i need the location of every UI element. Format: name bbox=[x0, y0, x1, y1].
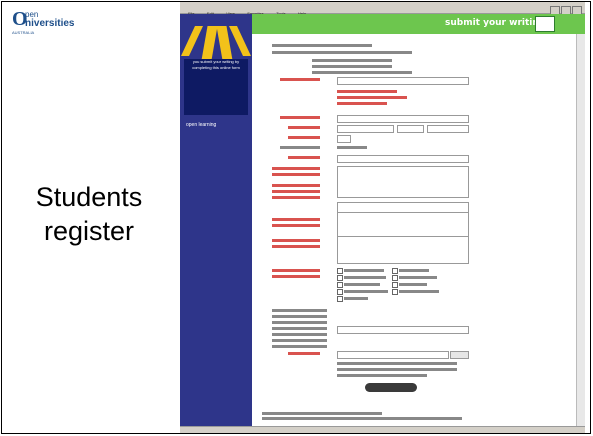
checkbox[interactable] bbox=[392, 268, 398, 274]
form-content bbox=[252, 34, 585, 426]
form-field[interactable] bbox=[337, 77, 469, 85]
page-title: submit your writing bbox=[445, 18, 546, 28]
checkbox[interactable] bbox=[337, 275, 343, 281]
envelope-icon bbox=[535, 16, 555, 32]
checkbox[interactable] bbox=[337, 268, 343, 274]
open-universities-logo: O pen niversities AUSTRALIA bbox=[12, 8, 92, 36]
date-select[interactable] bbox=[337, 125, 394, 133]
form-field[interactable] bbox=[337, 115, 469, 123]
checkbox[interactable] bbox=[392, 282, 398, 288]
browser-screenshot: File Edit View Favorites Tools Help subm… bbox=[180, 2, 585, 433]
text-area[interactable] bbox=[337, 166, 469, 198]
checkbox[interactable] bbox=[392, 289, 398, 295]
checkbox[interactable] bbox=[337, 296, 343, 302]
checkbox[interactable] bbox=[337, 289, 343, 295]
slide-caption: Students register bbox=[14, 180, 164, 248]
browse-button[interactable] bbox=[450, 351, 469, 359]
form-field[interactable] bbox=[337, 135, 351, 143]
logo-australia: AUSTRALIA bbox=[12, 30, 35, 35]
caption-line-2: register bbox=[43, 216, 135, 246]
caption-line-1: Students bbox=[35, 182, 143, 212]
sidebar-info-box: you submit your writing by completing th… bbox=[184, 59, 248, 115]
logo-niversities: niversities bbox=[25, 18, 75, 29]
vertical-scrollbar[interactable] bbox=[576, 34, 585, 426]
checkbox[interactable] bbox=[392, 275, 398, 281]
upload-field[interactable] bbox=[337, 351, 449, 359]
date-select[interactable] bbox=[427, 125, 469, 133]
select-dropdown[interactable] bbox=[337, 326, 469, 334]
status-bar bbox=[180, 426, 585, 433]
browser-menubar: File Edit View Favorites Tools Help bbox=[180, 2, 585, 16]
left-sidebar: you submit your writing by completing th… bbox=[180, 14, 252, 433]
submit-writing-button[interactable] bbox=[365, 383, 417, 392]
text-area[interactable] bbox=[337, 236, 469, 264]
form-field[interactable] bbox=[337, 155, 469, 163]
checkbox[interactable] bbox=[337, 282, 343, 288]
sidebar-org: open learning bbox=[186, 122, 217, 128]
date-select[interactable] bbox=[397, 125, 424, 133]
